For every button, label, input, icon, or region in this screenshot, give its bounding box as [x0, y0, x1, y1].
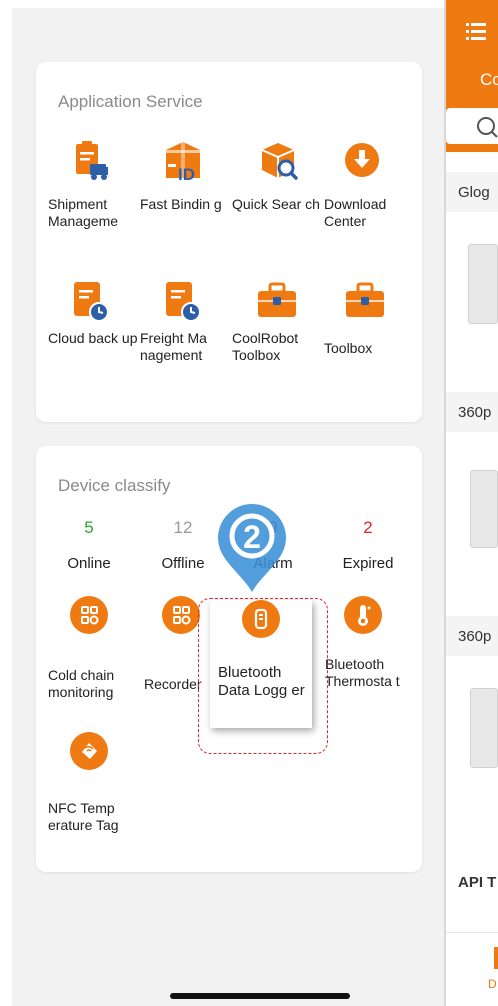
device-thumbnail	[468, 244, 498, 324]
online-label: Online	[67, 555, 111, 572]
right-section-header: Glog	[446, 172, 498, 212]
right-panel-title: Co	[480, 70, 498, 89]
device-classify-title: Device classify	[58, 476, 171, 495]
offline-label: Offline	[161, 555, 205, 572]
shipment-management-item[interactable]: Shipment Manageme	[48, 140, 140, 240]
freight-management-item[interactable]: Freight Ma nagement	[140, 280, 232, 380]
highlight-dashed-frame	[198, 598, 328, 754]
toolbox-item[interactable]: Toolbox	[324, 280, 416, 380]
app-item-label: Shipment Manageme	[48, 196, 119, 229]
guide-step-marker: 2	[218, 504, 286, 592]
download-center-item[interactable]: Download Center	[324, 140, 416, 240]
shipment-truck-icon	[76, 141, 108, 180]
menu-icon[interactable]	[466, 22, 486, 40]
toolbox-icon	[346, 282, 384, 317]
box-search-icon	[261, 143, 298, 180]
coolrobot-toolbox-item[interactable]: CoolRobot Toolbox	[232, 280, 324, 380]
quick-search-item[interactable]: Quick Sear ch	[232, 140, 324, 240]
tab-indicator	[494, 947, 498, 969]
guide-step-number: 2	[243, 519, 261, 555]
app-item-label: Fast Bindin g	[140, 196, 222, 212]
device-item-label: Bluetooth Thermosta t	[325, 656, 400, 689]
id-box-icon: ID	[166, 142, 200, 182]
toolbox-icon	[258, 282, 296, 317]
fast-binding-item[interactable]: ID Fast Bindin g	[140, 140, 232, 240]
home-indicator	[170, 993, 350, 999]
app-item-label: Toolbox	[324, 340, 373, 356]
cloud-backup-item[interactable]: Cloud back up	[48, 280, 140, 380]
screen: Application Service Shipment Manageme ID…	[0, 0, 498, 1006]
right-panel-search[interactable]	[446, 108, 498, 144]
search-icon	[477, 117, 498, 138]
right-section-header: 360p	[446, 616, 498, 656]
device-thumbnail	[470, 470, 498, 548]
document-clock-icon	[74, 282, 109, 322]
right-section-header: API T	[446, 862, 498, 902]
document-clock-icon	[166, 282, 201, 322]
right-section-header: 360p	[446, 392, 498, 432]
offline-count[interactable]: 12	[153, 518, 213, 538]
app-item-label: CoolRobot Toolbox	[232, 330, 299, 363]
app-item-label: Download Center	[324, 196, 387, 229]
online-count[interactable]: 5	[59, 518, 119, 538]
thermometer-icon	[344, 596, 382, 634]
device-thumbnail	[470, 688, 498, 768]
bottom-tab-label: D	[488, 977, 497, 991]
svg-text:ID: ID	[178, 165, 195, 182]
device-item-label: NFC Temp erature Tag	[48, 800, 119, 833]
cold-chain-icon	[70, 596, 108, 634]
app-item-label: Cloud back up	[48, 330, 138, 346]
device-item-label: Cold chain monitoring	[48, 667, 115, 700]
right-device-card[interactable]	[446, 436, 498, 606]
app-item-label: Freight Ma nagement	[140, 330, 207, 363]
download-circle-icon	[345, 143, 379, 177]
recorder-icon	[162, 596, 200, 634]
right-device-card[interactable]	[446, 214, 498, 364]
right-device-card[interactable]	[446, 658, 498, 830]
expired-count[interactable]: 2	[338, 518, 398, 538]
right-bottom-tab[interactable]: D	[446, 932, 498, 1006]
app-item-label: Quick Sear ch	[232, 196, 320, 212]
expired-label: Expired	[342, 555, 394, 572]
nfc-tag-icon	[70, 732, 108, 770]
application-service-title: Application Service	[58, 92, 203, 111]
